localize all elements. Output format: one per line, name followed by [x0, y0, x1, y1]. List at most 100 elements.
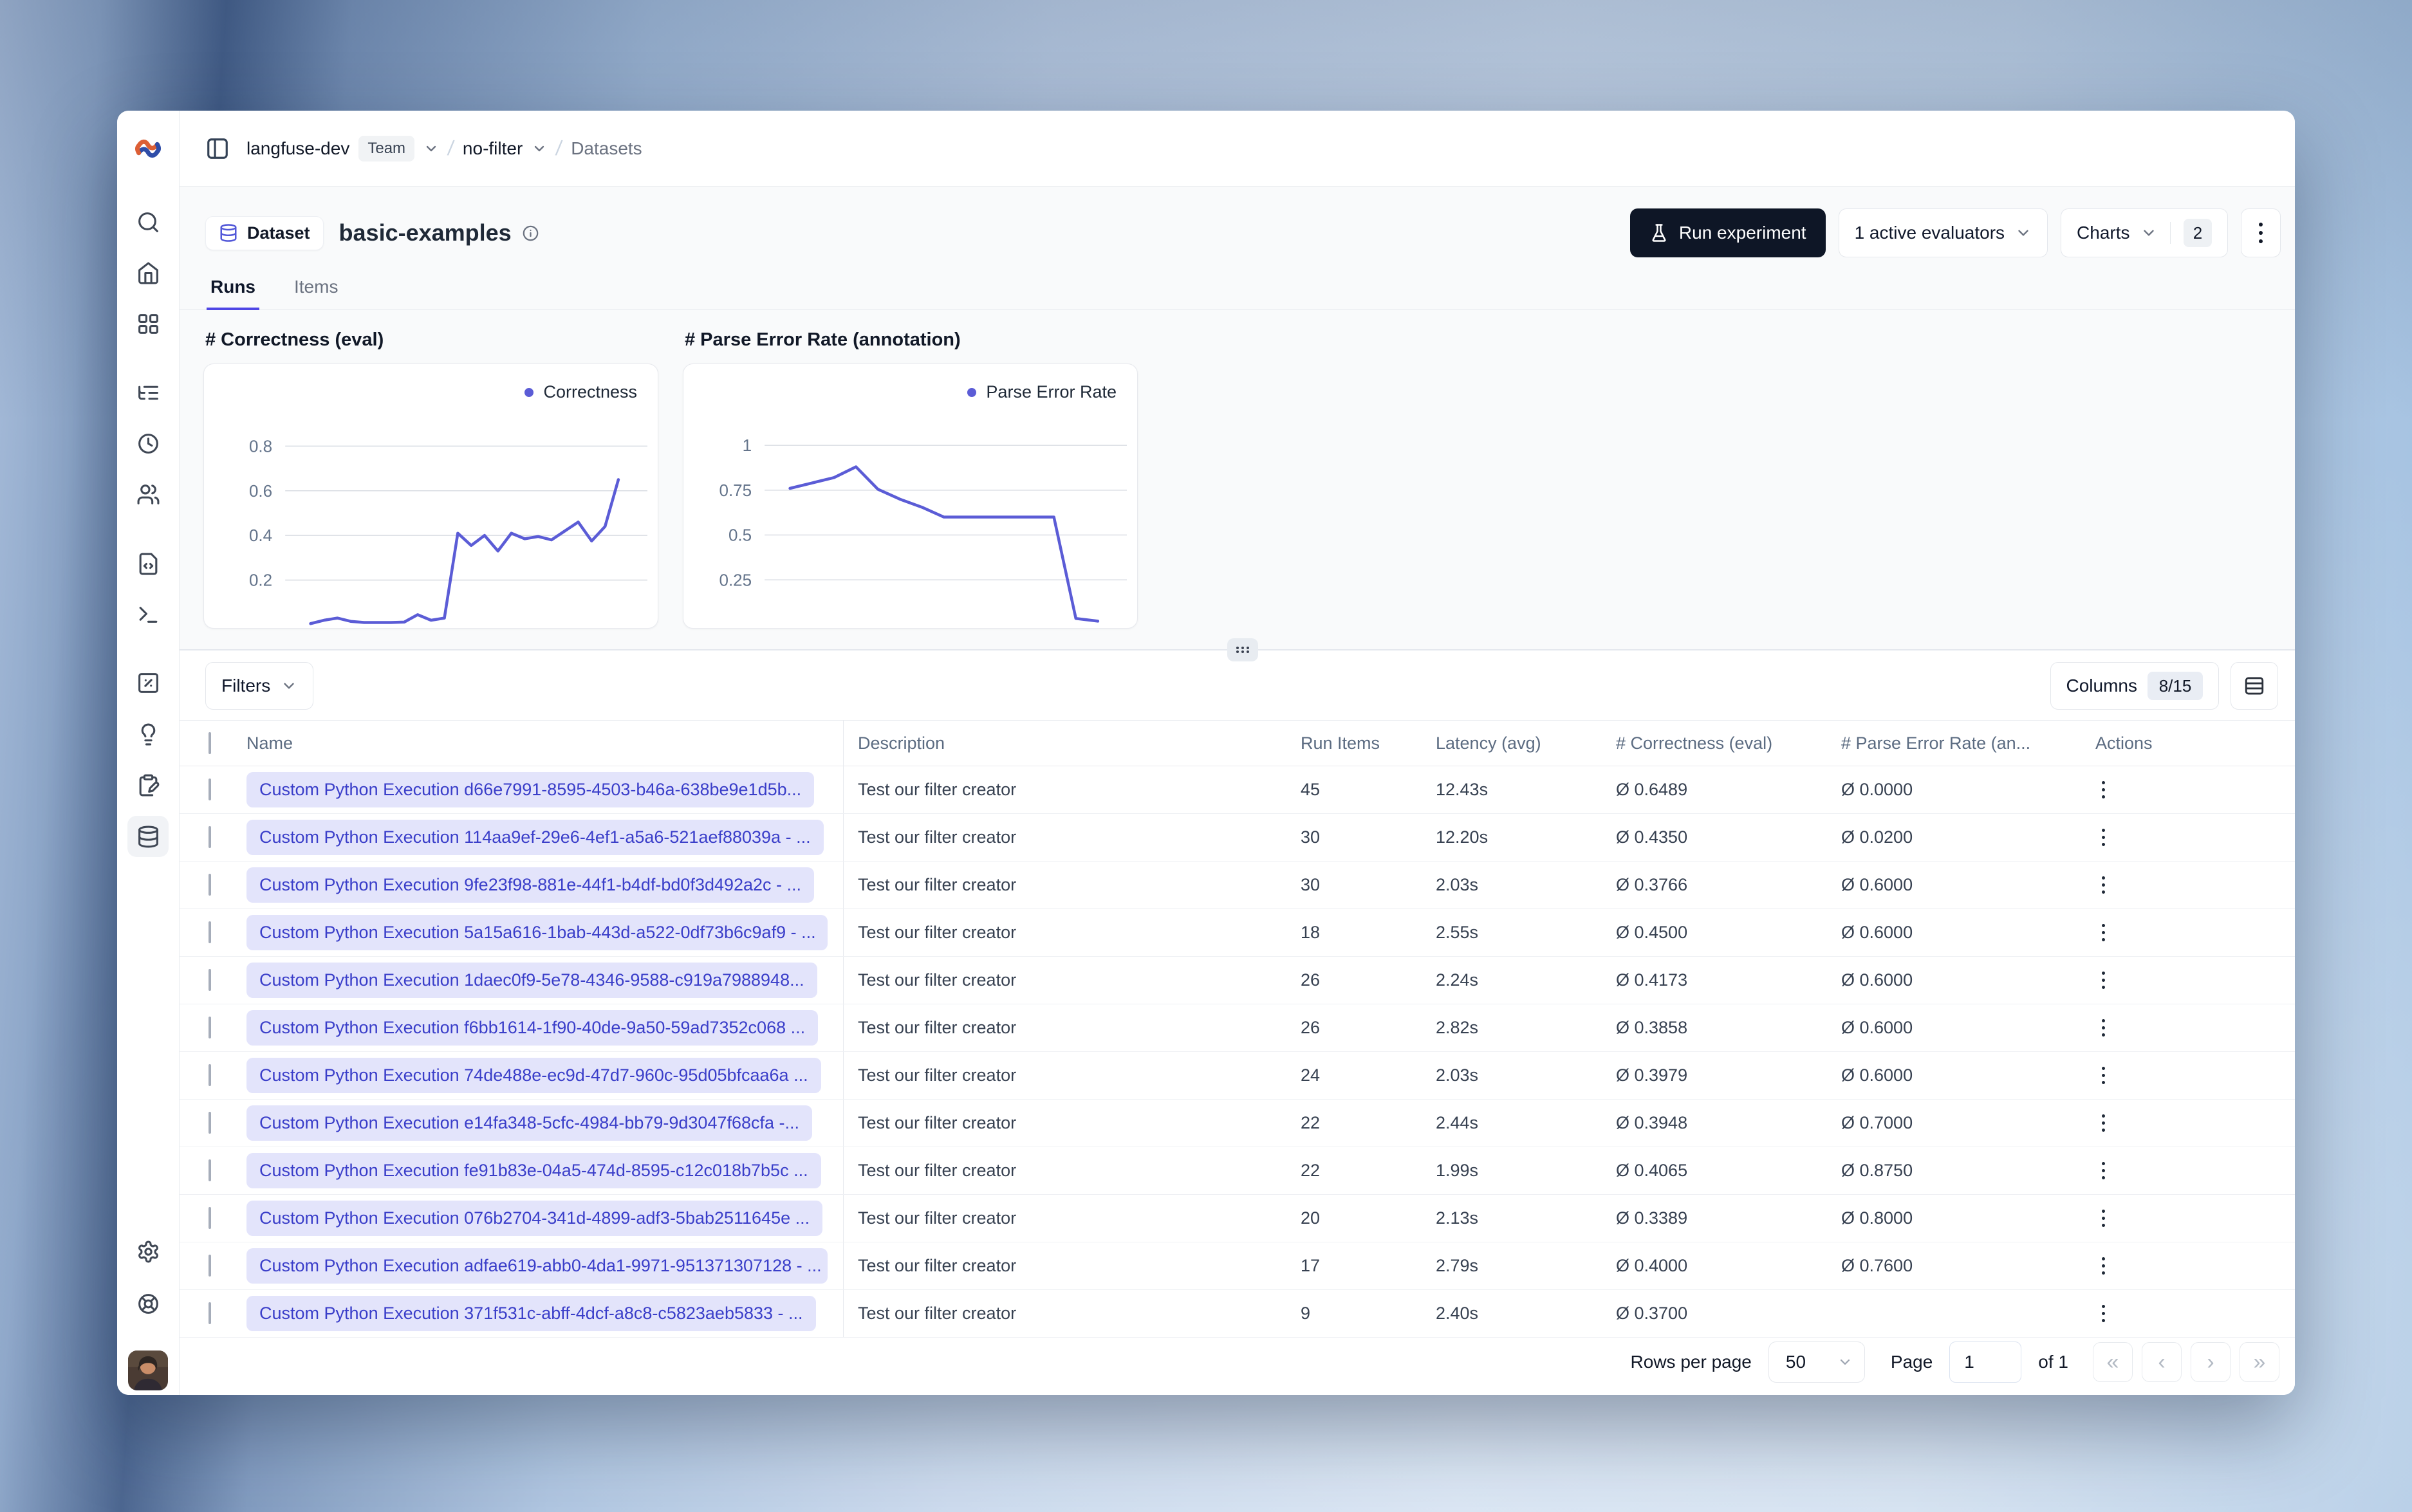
run-name-pill[interactable]: Custom Python Execution 1daec0f9-5e78-43… [246, 963, 817, 998]
run-name-pill[interactable]: Custom Python Execution 74de488e-ec9d-47… [246, 1058, 821, 1093]
row-height-button[interactable] [2231, 662, 2278, 710]
row-checkbox[interactable] [209, 1302, 211, 1324]
row-actions-kebab[interactable] [2095, 1156, 2111, 1186]
columns-button[interactable]: Columns 8/15 [2050, 662, 2219, 710]
table-row[interactable]: Custom Python Execution f6bb1614-1f90-40… [180, 1004, 2295, 1052]
row-actions-kebab[interactable] [2095, 775, 2111, 805]
row-checkbox[interactable] [209, 1112, 211, 1134]
sidebar-item-insights[interactable] [127, 714, 169, 755]
column-header-name[interactable]: Name [246, 721, 844, 766]
org-name[interactable]: langfuse-dev [246, 138, 349, 159]
page-header: Dataset basic-examples Run experiment 1 … [180, 187, 2295, 257]
chevron-down-icon[interactable] [423, 141, 439, 156]
page-label: Page [1890, 1352, 1933, 1372]
sidebar-item-support[interactable] [127, 1283, 169, 1324]
sidebar-item-datasets[interactable] [127, 816, 169, 857]
column-header-run-items[interactable]: Run Items [1301, 733, 1436, 753]
sidebar-item-settings[interactable] [127, 1231, 169, 1272]
next-page-button[interactable]: › [2191, 1342, 2231, 1382]
breadcrumb-section[interactable]: Datasets [571, 138, 642, 159]
more-actions-button[interactable] [2241, 208, 2281, 257]
filters-button[interactable]: Filters [205, 662, 314, 710]
sidebar-item-playground[interactable] [127, 594, 169, 635]
run-name-pill[interactable]: Custom Python Execution fe91b83e-04a5-47… [246, 1153, 821, 1188]
row-actions-kebab[interactable] [2095, 917, 2111, 948]
row-checkbox[interactable] [209, 921, 211, 943]
run-name-pill[interactable]: Custom Python Execution d66e7991-8595-45… [246, 772, 815, 807]
table-row[interactable]: Custom Python Execution 114aa9ef-29e6-4e… [180, 814, 2295, 862]
sidebar-item-sessions[interactable] [127, 423, 169, 464]
row-actions-kebab[interactable] [2095, 1251, 2111, 1281]
row-checkbox[interactable] [209, 779, 211, 800]
run-name-pill[interactable]: Custom Python Execution e14fa348-5cfc-49… [246, 1105, 813, 1141]
row-checkbox[interactable] [209, 1159, 211, 1181]
row-checkbox[interactable] [209, 826, 211, 848]
table-row[interactable]: Custom Python Execution 74de488e-ec9d-47… [180, 1052, 2295, 1100]
row-checkbox[interactable] [209, 1255, 211, 1277]
project-name[interactable]: no-filter [463, 138, 523, 159]
sidebar-item-evaluators[interactable] [127, 662, 169, 703]
avatar[interactable] [128, 1351, 168, 1390]
column-header-description[interactable]: Description [844, 733, 1301, 753]
row-actions-kebab[interactable] [2095, 1298, 2111, 1329]
select-all-checkbox[interactable] [209, 732, 211, 754]
table-row[interactable]: Custom Python Execution 5a15a616-1bab-44… [180, 909, 2295, 957]
rows-per-page-select[interactable]: 50 [1768, 1341, 1865, 1383]
page-number-input[interactable]: 1 [1949, 1341, 2022, 1383]
table-row[interactable]: Custom Python Execution 1daec0f9-5e78-43… [180, 957, 2295, 1004]
run-name-pill[interactable]: Custom Python Execution 5a15a616-1bab-44… [246, 915, 828, 950]
chart-legend[interactable]: Parse Error Rate [967, 382, 1117, 402]
run-experiment-button[interactable]: Run experiment [1629, 208, 1826, 257]
last-page-button[interactable]: » [2240, 1342, 2279, 1382]
row-checkbox[interactable] [209, 874, 211, 896]
sidebar-item-home[interactable] [127, 252, 169, 293]
run-items-count: 24 [1301, 1065, 1321, 1085]
row-checkbox[interactable] [209, 1017, 211, 1038]
run-name-pill[interactable]: Custom Python Execution 076b2704-341d-48… [246, 1201, 823, 1236]
chart-legend[interactable]: Correctness [524, 382, 637, 402]
column-header-correctness[interactable]: # Correctness (eval) [1616, 733, 1841, 753]
chevron-down-icon[interactable] [532, 141, 547, 156]
table-row[interactable]: Custom Python Execution 076b2704-341d-48… [180, 1195, 2295, 1242]
run-name-pill[interactable]: Custom Python Execution 9fe23f98-881e-44… [246, 867, 815, 903]
row-checkbox[interactable] [209, 969, 211, 991]
table-row[interactable]: Custom Python Execution fe91b83e-04a5-47… [180, 1147, 2295, 1195]
langfuse-logo-icon[interactable] [133, 134, 163, 163]
info-icon[interactable] [522, 225, 539, 242]
first-page-button[interactable]: « [2093, 1342, 2133, 1382]
sidebar-item-users[interactable] [127, 474, 169, 515]
table-row[interactable]: Custom Python Execution d66e7991-8595-45… [180, 766, 2295, 814]
run-name-pill[interactable]: Custom Python Execution 114aa9ef-29e6-4e… [246, 820, 824, 855]
run-name-pill[interactable]: Custom Python Execution f6bb1614-1f90-40… [246, 1010, 819, 1046]
sidebar-item-tracing[interactable] [127, 372, 169, 413]
sidebar-toggle-button[interactable] [205, 136, 230, 161]
active-evaluators-dropdown[interactable]: 1 active evaluators [1838, 208, 2048, 257]
table-row[interactable]: Custom Python Execution e14fa348-5cfc-49… [180, 1100, 2295, 1147]
sidebar-item-prompts[interactable] [127, 543, 169, 584]
run-name-pill[interactable]: Custom Python Execution adfae619-abb0-4d… [246, 1248, 828, 1284]
table-row[interactable]: Custom Python Execution adfae619-abb0-4d… [180, 1242, 2295, 1290]
row-actions-kebab[interactable] [2095, 965, 2111, 995]
table-row[interactable]: Custom Python Execution 9fe23f98-881e-44… [180, 862, 2295, 909]
sidebar-item-dashboards[interactable] [127, 303, 169, 344]
table-row[interactable]: Custom Python Execution 371f531c-abff-4d… [180, 1290, 2295, 1338]
row-checkbox[interactable] [209, 1207, 211, 1229]
row-actions-kebab[interactable] [2095, 870, 2111, 900]
tab-runs[interactable]: Runs [207, 277, 259, 310]
prev-page-button[interactable]: ‹ [2142, 1342, 2182, 1382]
row-actions-kebab[interactable] [2095, 1108, 2111, 1138]
row-actions-kebab[interactable] [2095, 1013, 2111, 1043]
resize-grip-handle[interactable] [1227, 638, 1258, 661]
sidebar-item-search[interactable] [127, 201, 169, 243]
column-header-latency[interactable]: Latency (avg) [1436, 733, 1616, 753]
sidebar-item-annotation-queues[interactable] [127, 764, 169, 806]
run-name-pill[interactable]: Custom Python Execution 371f531c-abff-4d… [246, 1296, 816, 1331]
row-actions-kebab[interactable] [2095, 822, 2111, 853]
tab-items[interactable]: Items [290, 277, 342, 309]
row-checkbox[interactable] [209, 1064, 211, 1086]
row-actions-kebab[interactable] [2095, 1203, 2111, 1233]
column-header-parse-error-rate[interactable]: # Parse Error Rate (an... [1841, 733, 2089, 753]
svg-text:0.25: 0.25 [719, 570, 752, 589]
charts-dropdown[interactable]: Charts 2 [2061, 208, 2228, 257]
row-actions-kebab[interactable] [2095, 1060, 2111, 1091]
